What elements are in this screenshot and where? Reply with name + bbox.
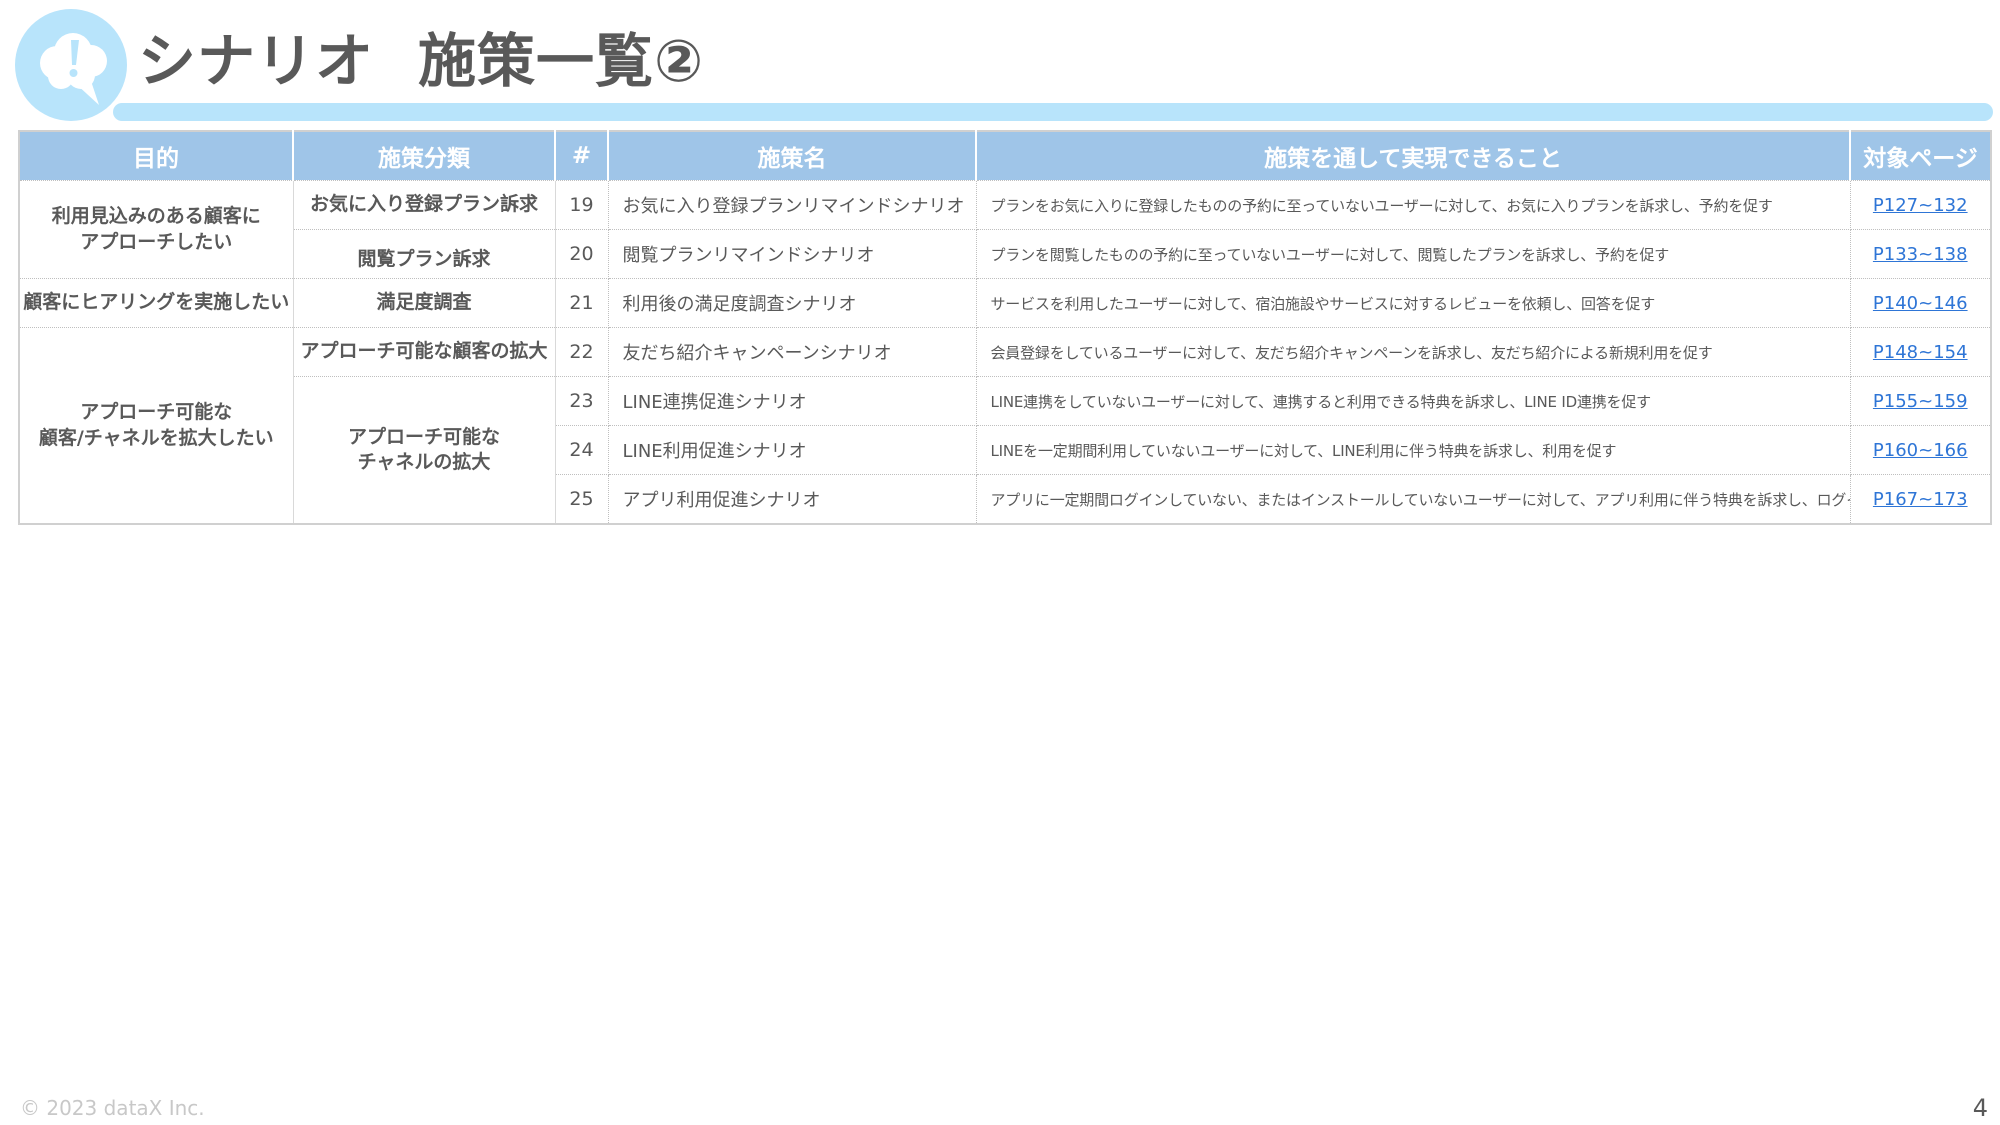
row-number: 24 <box>554 425 609 475</box>
row-number: 19 <box>554 180 609 230</box>
category-text: アプローチ可能な顧客の拡大 <box>300 340 548 363</box>
category-text: チャネルの拡大 <box>357 451 491 473</box>
table-row: 顧客にヒアリングを実施したい 満足度調査 21 利用後の満足度調査シナリオ サー… <box>18 278 1992 328</box>
row-number: 20 <box>554 229 609 279</box>
scenario-table-container: 目的 施策分類 # 施策名 施策を通して実現できること 対象ページ 利用見込みの… <box>18 130 1992 525</box>
table-row: アプローチ可能な チャネルの拡大 23 LINE連携促進シナリオ LINE連携を… <box>19 376 1992 525</box>
purpose-cell: 利用見込みのある顧客に アプローチしたい <box>18 180 294 279</box>
scenario-name: アプリ利用促進シナリオ <box>607 474 977 525</box>
scenario-description: サービスを利用したユーザーに対して、宿泊施設やサービスに対するレビューを依頼し、… <box>975 278 1851 328</box>
column-header-purpose: 目的 <box>19 131 293 181</box>
purpose-cell: アプローチ可能な 顧客/チャネルを拡大したい <box>18 327 294 525</box>
thinking-cloud-exclamation-icon <box>40 33 107 105</box>
row-number: 22 <box>554 327 609 377</box>
category-cell: 閲覧プラン訴求 <box>292 229 556 279</box>
category-text: お気に入り登録プラン訴求 <box>309 193 538 216</box>
column-header-target-page: 対象ページ <box>1849 131 1991 181</box>
column-header-description: 施策を通して実現できること <box>975 131 1850 181</box>
page-title-part1: シナリオ <box>138 27 375 95</box>
category-text: 閲覧プラン訴求 <box>357 248 491 271</box>
row-number: 21 <box>554 278 609 328</box>
column-header-name: 施策名 <box>607 131 976 181</box>
target-page-link[interactable]: P167~173 <box>1873 489 1968 510</box>
target-page-link[interactable]: P140~146 <box>1873 293 1968 314</box>
scenario-table: 目的 施策分類 # 施策名 施策を通して実現できること 対象ページ 利用見込みの… <box>18 130 1992 525</box>
title-underline-bar <box>113 103 1993 121</box>
column-header-number: # <box>554 131 608 181</box>
target-page-link[interactable]: P133~138 <box>1873 244 1968 265</box>
target-page-cell: P133~138 <box>1849 229 1992 279</box>
column-header-category: 施策分類 <box>292 131 555 181</box>
scenario-description: プランをお気に入りに登録したものの予約に至っていないユーザーに対して、お気に入り… <box>975 180 1851 230</box>
category-cell: お気に入り登録プラン訴求 <box>292 180 556 230</box>
scenario-name: LINE利用促進シナリオ <box>607 425 977 475</box>
target-page-cell: P127~132 <box>1849 180 1992 230</box>
purpose-text: 顧客/チャネルを拡大したい <box>38 426 274 449</box>
scenario-name: お気に入り登録プランリマインドシナリオ <box>607 180 977 230</box>
target-page-cell: P160~166 <box>1849 425 1992 475</box>
table-row: 利用見込みのある顧客に アプローチしたい お気に入り登録プラン訴求 19 お気に… <box>18 180 1992 279</box>
scenario-name: 閲覧プランリマインドシナリオ <box>607 229 977 279</box>
table-row: アプローチ可能な 顧客/チャネルを拡大したい アプローチ可能な顧客の拡大 22 … <box>18 327 1992 525</box>
table-row: 閲覧プラン訴求 20 閲覧プランリマインドシナリオ プランを閲覧したものの予約に… <box>19 229 1992 279</box>
scenario-name: 利用後の満足度調査シナリオ <box>607 278 977 328</box>
row-number: 25 <box>554 474 609 525</box>
scenario-description: プランを閲覧したものの予約に至っていないユーザーに対して、閲覧したプランを訴求し… <box>975 229 1851 279</box>
scenario-name: 友だち紹介キャンペーンシナリオ <box>607 327 977 377</box>
purpose-text: 顧客にヒアリングを実施したい <box>23 291 290 314</box>
table-header-row: 目的 施策分類 # 施策名 施策を通して実現できること 対象ページ <box>19 131 1991 181</box>
target-page-link[interactable]: P148~154 <box>1873 342 1968 363</box>
row-number: 23 <box>554 376 609 426</box>
target-page-cell: P140~146 <box>1849 278 1992 328</box>
purpose-text: アプローチ可能な <box>80 401 233 424</box>
target-page-cell: P148~154 <box>1849 327 1992 377</box>
category-cell: アプローチ可能な顧客の拡大 <box>292 327 556 377</box>
target-page-link[interactable]: P155~159 <box>1873 391 1968 412</box>
category-cell: 満足度調査 <box>292 278 556 328</box>
header-logo <box>15 9 127 121</box>
page-title: シナリオ 施策一覧② <box>138 14 704 98</box>
target-page-cell: P167~173 <box>1849 474 1992 525</box>
copyright-text: © 2023 dataX Inc. <box>20 1096 205 1120</box>
target-page-link[interactable]: P127~132 <box>1873 195 1968 216</box>
scenario-description: アプリに一定期間ログインしていない、またはインストールしていないユーザーに対して… <box>975 474 1851 525</box>
scenario-name: LINE連携促進シナリオ <box>607 376 977 426</box>
category-text: アプローチ可能な <box>347 425 500 448</box>
page-number: 4 <box>1972 1094 1988 1122</box>
category-cell: アプローチ可能な チャネルの拡大 <box>292 376 556 525</box>
scenario-description: 会員登録をしているユーザーに対して、友だち紹介キャンペーンを訴求し、友だち紹介に… <box>975 327 1851 377</box>
purpose-cell: 顧客にヒアリングを実施したい <box>18 278 294 328</box>
purpose-text: 利用見込みのある顧客に <box>51 205 261 228</box>
scenario-description: LINEを一定期間利用していないユーザーに対して、LINE利用に伴う特典を訴求し… <box>975 425 1851 475</box>
category-text: 満足度調査 <box>376 291 472 314</box>
page-title-part2: 施策一覧② <box>418 27 705 95</box>
target-page-cell: P155~159 <box>1849 376 1992 426</box>
purpose-text: アプローチしたい <box>80 230 233 253</box>
target-page-link[interactable]: P160~166 <box>1873 440 1968 461</box>
scenario-description: LINE連携をしていないユーザーに対して、連携すると利用できる特典を訴求し、LI… <box>975 376 1851 426</box>
